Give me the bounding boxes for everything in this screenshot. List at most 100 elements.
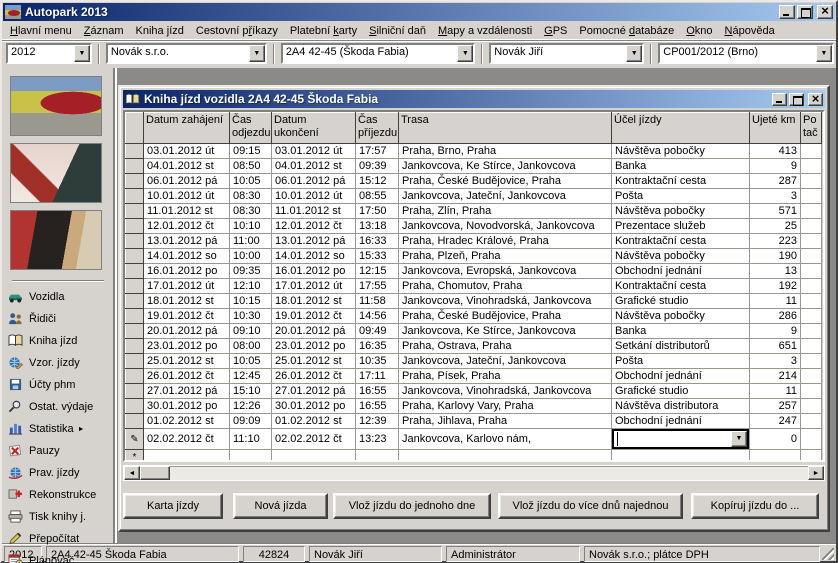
menu-item-1[interactable]: Záznam [78,23,130,39]
cell[interactable]: 09:49 [356,324,399,339]
cell[interactable] [750,450,801,463]
sidebar-item-prav-j-zdy[interactable]: Prav. jízdy [8,465,113,481]
column-header-3[interactable]: Datum ukončení [272,113,356,144]
cell[interactable]: 16:35 [356,339,399,354]
cell[interactable]: Setkání distributorů [612,339,750,354]
cell[interactable]: 13.01.2012 pá [272,234,356,249]
cell[interactable]: 16:33 [356,234,399,249]
driver-combo[interactable]: Novák Jiří▼ [489,43,644,64]
cell[interactable]: 27.01.2012 pá [144,384,230,399]
cell[interactable] [801,399,822,414]
scroll-right-button[interactable]: ► [808,466,824,480]
logbook-close-button[interactable] [808,93,823,106]
cell[interactable]: 12:10 [230,279,272,294]
cell[interactable]: 25.01.2012 st [144,354,230,369]
column-header-6[interactable]: Účel jízdy [612,113,750,144]
cell[interactable] [801,354,822,369]
table-row[interactable]: 04.01.2012 st08:5004.01.2012 st09:39Jank… [126,159,822,174]
cell[interactable]: Kontraktační cesta [612,234,750,249]
cell[interactable]: 08:55 [356,189,399,204]
column-header-5[interactable]: Trasa [399,113,612,144]
cell[interactable] [801,339,822,354]
sidebar-item--idi-i[interactable]: Řidiči [8,311,113,327]
cell[interactable]: 04.01.2012 st [144,159,230,174]
cell[interactable]: 25.01.2012 st [272,354,356,369]
cell[interactable] [801,234,822,249]
cell[interactable]: 9 [750,324,801,339]
cell[interactable]: 11.01.2012 st [144,204,230,219]
cell[interactable]: 13.01.2012 pá [144,234,230,249]
cell[interactable]: 16.01.2012 po [272,264,356,279]
row-selector[interactable] [126,309,144,324]
menu-item-0[interactable]: Hlavní menu [4,23,78,39]
cell[interactable]: Praha, Plzeň, Praha [399,249,612,264]
cell[interactable]: Jankovcova, Jateční, Jankovcova [399,189,612,204]
row-selector[interactable] [126,174,144,189]
cell[interactable] [801,144,822,159]
menu-item-10[interactable]: Nápověda [719,23,781,39]
sidebar-item-rekonstrukce[interactable]: Rekonstrukce [8,487,113,503]
cell[interactable]: Jankovcova, Vinohradská, Jankovcova [399,384,612,399]
cell[interactable]: 10:30 [230,309,272,324]
button-0-karta-j-zdy[interactable]: Karta jízdy [123,493,223,519]
table-row[interactable]: 13.01.2012 pá11:0013.01.2012 pá16:33Prah… [126,234,822,249]
button-2-vlo-j-zdu-do-jednoho-dne[interactable]: Vlož jízdu do jednoho dne [333,493,491,519]
sidebar-item-vzor-j-zdy[interactable]: Vzor. jízdy [8,355,113,371]
cell[interactable]: Jankovcova, Novodvorská, Jankovcova [399,219,612,234]
cell[interactable]: Praha, Písek, Praha [399,369,612,384]
cell[interactable]: 13:18 [356,219,399,234]
cell[interactable]: 3 [750,189,801,204]
cell[interactable]: 413 [750,144,801,159]
close-button[interactable] [817,5,833,19]
cell[interactable]: 11 [750,384,801,399]
maximize-button[interactable] [797,5,813,19]
cell[interactable] [801,264,822,279]
app-titlebar[interactable]: Autopark 2013 [3,3,835,21]
cell[interactable] [801,369,822,384]
cell[interactable]: 13 [750,264,801,279]
trip-order-combo[interactable]: CP001/2012 (Brno)▼ [658,43,834,64]
cell[interactable]: 17.01.2012 út [144,279,230,294]
row-selector[interactable] [126,144,144,159]
cell[interactable]: 192 [750,279,801,294]
button-3-vlo-j-zdu-do-v-ce-dn-najednou[interactable]: Vlož jízdu do více dnů najednou [498,493,683,519]
cell[interactable]: Obchodní jednání [612,369,750,384]
cell[interactable] [230,450,272,463]
chevron-down-icon[interactable]: ▼ [626,45,642,62]
cell[interactable]: 09:15 [230,144,272,159]
cell[interactable] [801,324,822,339]
cell[interactable]: 14.01.2012 so [144,249,230,264]
cell[interactable]: Jankovcova, Evropská, Jankovcova [399,264,612,279]
cell[interactable]: 15:10 [230,384,272,399]
sidebar-item-tisk-knihy-j[interactable]: Tisk knihy j. [8,509,113,525]
scroll-left-button[interactable]: ◄ [124,466,140,480]
cell[interactable]: 10:10 [230,219,272,234]
table-row[interactable]: 20.01.2012 pá09:1020.01.2012 pá09:49Jank… [126,324,822,339]
row-selector[interactable] [126,354,144,369]
cell[interactable]: 30.01.2012 po [144,399,230,414]
cell[interactable]: 12:45 [230,369,272,384]
cell[interactable]: Praha, České Budějovice, Praha [399,309,612,324]
sidebar-item--ty-phm[interactable]: Účty phm [8,377,113,393]
cell[interactable]: 23.01.2012 po [144,339,230,354]
cell[interactable] [801,309,822,324]
row-selector[interactable] [126,264,144,279]
table-row[interactable]: 03.01.2012 út09:1503.01.2012 út17:57Prah… [126,144,822,159]
cell[interactable] [612,450,750,463]
cell[interactable]: Praha, Chomutov, Praha [399,279,612,294]
cell[interactable]: 20.01.2012 pá [144,324,230,339]
row-selector[interactable] [126,279,144,294]
cell[interactable]: 09:35 [230,264,272,279]
cell[interactable]: 02.02.2012 čt [144,429,230,450]
minimize-button[interactable] [779,5,795,19]
cell[interactable]: 04.01.2012 st [272,159,356,174]
cell[interactable]: 01.02.2012 st [272,414,356,429]
menu-item-5[interactable]: Silniční daň [363,23,432,39]
new-row[interactable]: * [126,450,822,463]
cell[interactable]: 223 [750,234,801,249]
column-header-0[interactable] [126,113,144,144]
vehicle-combo[interactable]: 2A4 42-45 (Škoda Fabia)▼ [281,43,475,64]
cell[interactable]: 26.01.2012 čt [144,369,230,384]
row-selector[interactable] [126,189,144,204]
column-header-8[interactable]: Po tač [801,113,822,144]
